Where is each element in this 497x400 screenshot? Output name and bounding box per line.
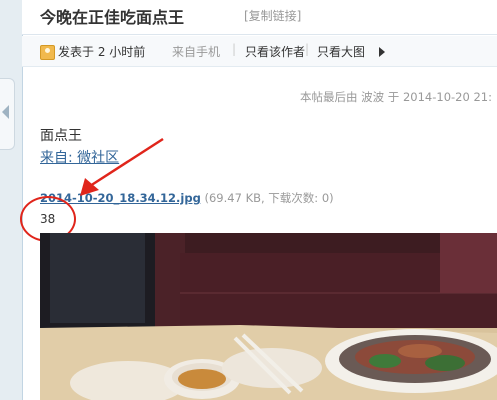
- attachment-line: 2014-10-20_18.34.12.jpg (69.47 KB, 下载次数:…: [40, 190, 334, 206]
- meta-separator: |: [232, 42, 237, 56]
- only-large-images-link[interactable]: 只看大图: [317, 43, 365, 60]
- post-meta-bar: 发表于 2 小时前 来自手机 | 只看该作者 | 只看大图: [22, 36, 497, 67]
- posted-via: 来自手机: [172, 45, 221, 59]
- copy-link-button[interactable]: [复制链接]: [244, 7, 301, 24]
- side-collapse-tab[interactable]: [0, 78, 15, 150]
- food-photo-illustration: [40, 233, 497, 400]
- last-edited-note: 本帖最后由 波波 于 2014-10-20 21:: [300, 90, 492, 104]
- thread-title: 今晚在正佳吃面点王: [40, 8, 185, 27]
- collapse-arrow-icon: [2, 105, 9, 119]
- side-strip: [0, 0, 23, 400]
- triangle-right-icon[interactable]: [379, 47, 385, 57]
- thread-header: 今晚在正佳吃面点王 [复制链接]: [22, 0, 497, 35]
- only-author-link[interactable]: 只看该作者: [245, 43, 305, 60]
- post-source-link[interactable]: 来自: 微社区: [40, 147, 119, 167]
- post-title: 面点王: [40, 128, 82, 144]
- attachment-info: (69.47 KB, 下载次数: 0): [204, 191, 334, 205]
- meta-separator: |: [305, 42, 310, 56]
- attachment-photo[interactable]: [40, 233, 497, 400]
- user-icon: [40, 45, 55, 60]
- posted-time: 发表于 2 小时前: [58, 45, 146, 59]
